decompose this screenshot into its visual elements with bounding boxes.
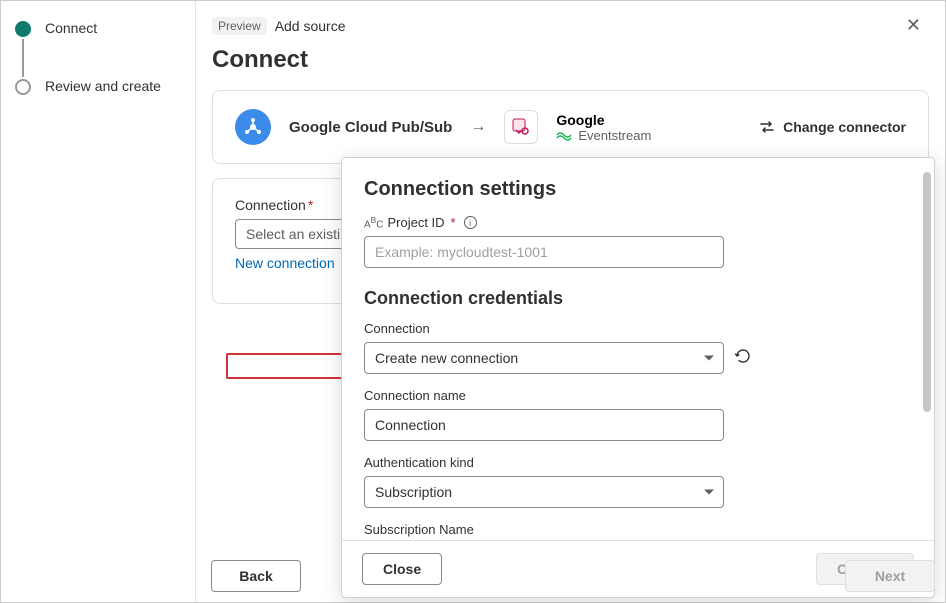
wizard-footer: Back Next: [211, 560, 935, 592]
eventstream-icon: [504, 110, 538, 144]
new-connection-link[interactable]: New connection: [235, 255, 335, 271]
refresh-icon[interactable]: [734, 347, 752, 370]
credentials-title: Connection credentials: [364, 288, 912, 309]
connection-settings-panel: Connection settings ABC Project ID* i Co…: [341, 157, 935, 598]
connection-select-label: Connection: [364, 321, 912, 336]
next-button[interactable]: Next: [845, 560, 935, 592]
step-review[interactable]: Review and create: [15, 77, 181, 95]
back-button[interactable]: Back: [211, 560, 301, 592]
connector-card: Google Cloud Pub/Sub → Google Eventstrea…: [212, 90, 929, 164]
swap-icon: [759, 119, 775, 135]
dest-connector-name: Google: [556, 112, 604, 128]
step-line: [22, 39, 24, 77]
page-title: Connect: [204, 42, 937, 90]
step-connect[interactable]: Connect: [15, 19, 181, 37]
connection-dropdown[interactable]: Create new connection: [364, 342, 724, 374]
breadcrumb: Add source: [275, 18, 346, 34]
stepper-sidebar: Connect Review and create: [1, 1, 196, 602]
project-id-input[interactable]: [364, 236, 724, 268]
highlight-callout: [226, 353, 344, 379]
scrollbar[interactable]: [923, 172, 931, 412]
change-connector-button[interactable]: Change connector: [759, 119, 906, 135]
pubsub-icon: [235, 109, 271, 145]
panel-title: Connection settings: [364, 178, 912, 201]
preview-badge: Preview: [212, 17, 267, 35]
topbar: Preview Add source ✕: [204, 1, 937, 42]
source-connector-name: Google Cloud Pub/Sub: [289, 119, 452, 136]
step-circle-done-icon: [15, 21, 31, 37]
wave-icon: [556, 129, 572, 141]
arrow-right-icon: →: [470, 118, 486, 136]
connection-name-input[interactable]: [364, 409, 724, 441]
auth-kind-label: Authentication kind: [364, 455, 912, 470]
dest-connector-sub: Eventstream: [578, 128, 651, 143]
auth-kind-dropdown[interactable]: Subscription: [364, 476, 724, 508]
text-type-icon: ABC: [364, 215, 383, 230]
close-icon[interactable]: ✕: [898, 11, 929, 40]
subscription-name-label: Subscription Name: [364, 522, 912, 537]
connection-name-label: Connection name: [364, 388, 912, 403]
project-id-label: ABC Project ID* i: [364, 215, 912, 230]
info-icon[interactable]: i: [464, 216, 477, 229]
step-label: Review and create: [45, 77, 161, 95]
step-label: Connect: [45, 19, 97, 37]
step-circle-pending-icon: [15, 79, 31, 95]
